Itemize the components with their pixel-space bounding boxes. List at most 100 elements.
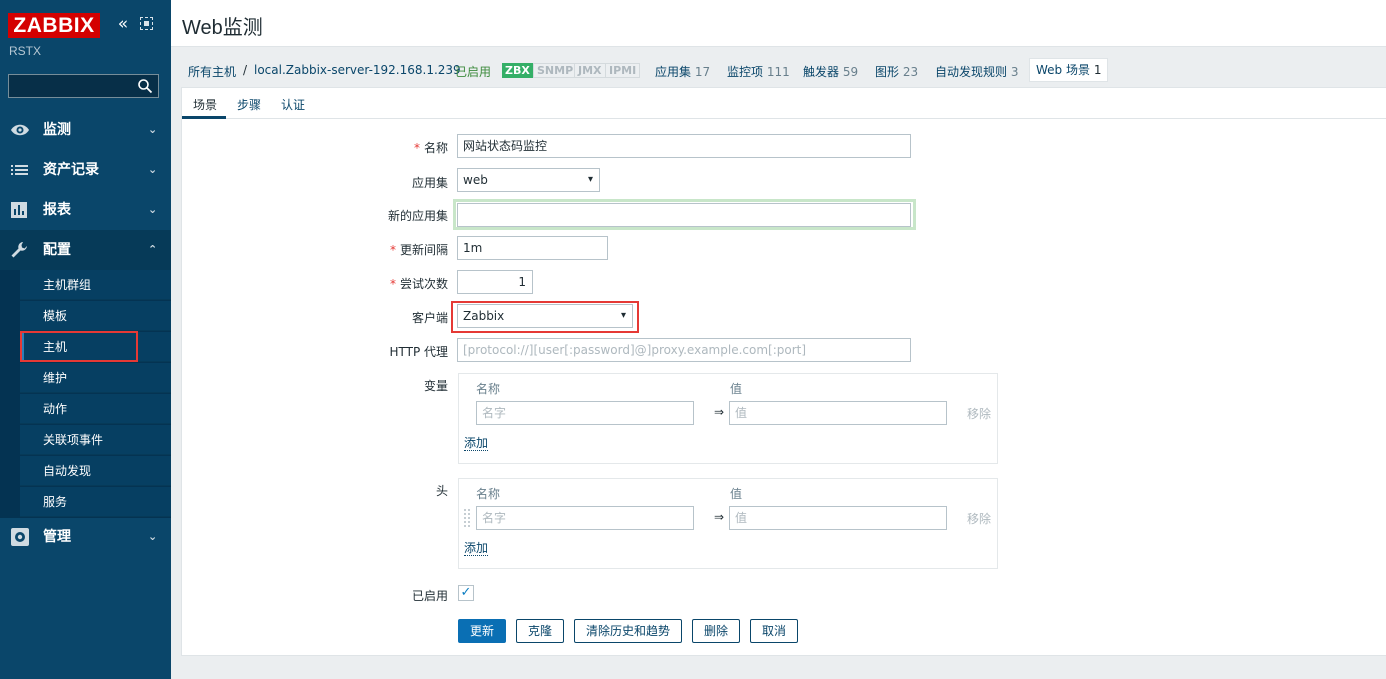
kiosk-mode-icon[interactable] — [140, 17, 153, 30]
breadcrumb-graphs[interactable]: 图形 23 — [875, 63, 918, 80]
breadcrumb-all-hosts[interactable]: 所有主机 — [188, 63, 236, 80]
headers-label: 头 — [435, 484, 448, 498]
breadcrumb-web-scenarios[interactable]: Web 场景 1 — [1029, 58, 1109, 82]
variable-value-input[interactable]: 值 — [729, 401, 947, 425]
name-label: * 名称 — [413, 141, 448, 155]
drag-handle-icon[interactable] — [464, 509, 470, 527]
variables-col-value: 值 — [730, 382, 743, 396]
variables-col-name: 名称 — [476, 382, 501, 396]
menu-reports[interactable]: 报表 ⌄ — [0, 190, 171, 230]
menu-configuration[interactable]: 配置 ⌃ — [0, 230, 171, 270]
variable-remove-button[interactable]: 移除 — [967, 405, 991, 422]
agent-label: 客户端 — [411, 311, 448, 325]
clone-button[interactable]: 克隆 — [516, 619, 564, 643]
submenu-host-groups[interactable]: 主机群组 — [20, 270, 171, 300]
application-select[interactable]: web ▾ — [457, 168, 600, 192]
update-interval-input[interactable]: 1m — [457, 236, 608, 260]
submenu-event-correlation[interactable]: 关联项事件 — [20, 425, 171, 455]
menu-administration[interactable]: 管理 ⌄ — [0, 517, 171, 557]
availability-snmp-badge: SNMP — [533, 63, 578, 78]
sidebar: ZABBIX « RSTX 监测 ⌄ 资产记录 ⌄ 报表 ⌄ 配置 ⌃ 主机群组… — [0, 0, 171, 679]
attempts-label: * 尝试次数 — [389, 277, 448, 291]
submenu-discovery[interactable]: 自动发现 — [20, 456, 171, 486]
headers-table: 名称 值 名字 ⇒ 值 移除 添加 — [458, 478, 998, 569]
delete-button[interactable]: 删除 — [692, 619, 740, 643]
graphs-label: 图形 — [875, 65, 900, 79]
arrow-icon: ⇒ — [714, 510, 725, 524]
attempts-input[interactable]: 1 — [457, 270, 533, 294]
triggers-count: 59 — [842, 65, 859, 79]
list-icon — [11, 165, 28, 175]
name-label-text: 名称 — [423, 141, 448, 155]
menu-label: 管理 — [43, 529, 71, 545]
headers-col-value: 值 — [730, 487, 743, 501]
items-count: 111 — [766, 65, 790, 79]
page-title: Web监测 — [182, 17, 263, 39]
eye-icon — [11, 124, 29, 136]
chevron-down-icon: ⌄ — [148, 123, 158, 136]
chevron-down-icon: ⌄ — [148, 530, 158, 543]
variables-label: 变量 — [423, 379, 448, 393]
bar-chart-icon — [11, 202, 27, 218]
applications-label: 应用集 — [655, 65, 692, 79]
graphs-count: 23 — [902, 65, 919, 79]
header-value-input[interactable]: 值 — [729, 506, 947, 530]
submenu-services[interactable]: 服务 — [20, 487, 171, 517]
variable-name-input[interactable]: 名字 — [476, 401, 694, 425]
breadcrumb-discovery-rules[interactable]: 自动发现规则 3 — [935, 63, 1018, 80]
search-icon[interactable] — [137, 78, 153, 94]
menu-label: 监测 — [43, 122, 71, 138]
items-label: 监控项 — [727, 65, 764, 79]
tab-steps[interactable]: 步骤 — [237, 96, 261, 113]
new-application-input[interactable] — [457, 203, 911, 227]
submenu-templates[interactable]: 模板 — [20, 301, 171, 331]
enabled-label: 已启用 — [411, 589, 448, 603]
tab-authentication[interactable]: 认证 — [281, 96, 305, 113]
submenu-maintenance[interactable]: 维护 — [20, 363, 171, 393]
headers-col-name: 名称 — [476, 487, 501, 501]
agent-select[interactable]: Zabbix ▾ — [457, 304, 633, 328]
submenu-hosts[interactable]: 主机 — [20, 332, 171, 362]
menu-inventory[interactable]: 资产记录 ⌄ — [0, 150, 171, 190]
breadcrumb-applications[interactable]: 应用集 17 — [655, 63, 710, 80]
configuration-submenu: 主机群组 模板 主机 维护 动作 关联项事件 自动发现 服务 — [0, 270, 171, 518]
wrench-icon — [11, 242, 27, 258]
update-button[interactable]: 更新 — [458, 619, 506, 643]
application-label: 应用集 — [411, 176, 448, 190]
submenu-actions[interactable]: 动作 — [20, 394, 171, 424]
header-name-input[interactable]: 名字 — [476, 506, 694, 530]
breadcrumb-triggers[interactable]: 触发器 59 — [803, 63, 858, 80]
active-tab-indicator — [182, 116, 226, 119]
collapse-sidebar-icon[interactable]: « — [115, 14, 131, 34]
header-remove-button[interactable]: 移除 — [967, 510, 991, 527]
http-proxy-input[interactable]: [protocol://][user[:password]@]proxy.exa… — [457, 338, 911, 362]
triggers-label: 触发器 — [803, 65, 840, 79]
update-interval-label: * 更新间隔 — [389, 243, 448, 257]
zabbix-logo[interactable]: ZABBIX — [8, 13, 100, 38]
agent-select-value: Zabbix — [463, 309, 505, 323]
http-proxy-label: HTTP 代理 — [389, 345, 448, 359]
variable-add-button[interactable]: 添加 — [464, 436, 489, 451]
gear-icon — [11, 528, 29, 546]
tab-scenario[interactable]: 场景 — [193, 96, 217, 113]
form-container: 场景 步骤 认证 * 名称 网站状态码监控 应用集 web ▾ 新的应用集 * 更新… — [181, 87, 1386, 656]
chevron-down-icon: ⌄ — [148, 163, 158, 176]
update-interval-label-text: 更新间隔 — [399, 243, 448, 257]
header-add-button[interactable]: 添加 — [464, 541, 489, 556]
breadcrumb-items[interactable]: 监控项 111 — [727, 63, 790, 80]
name-input[interactable]: 网站状态码监控 — [457, 134, 911, 158]
availability-zbx-badge: ZBX — [502, 63, 533, 78]
host-status[interactable]: 已启用 — [455, 63, 491, 80]
menu-monitoring[interactable]: 监测 ⌄ — [0, 110, 171, 150]
cancel-button[interactable]: 取消 — [750, 619, 798, 643]
clear-history-button[interactable]: 清除历史和趋势 — [574, 619, 682, 643]
search-input[interactable] — [8, 74, 159, 98]
chevron-down-icon: ⌄ — [148, 203, 158, 216]
chevron-down-icon: ▾ — [620, 310, 626, 321]
menu-label: 资产记录 — [43, 162, 99, 178]
enabled-checkbox[interactable]: ✓ — [458, 585, 474, 601]
tab-bar: 场景 步骤 认证 — [182, 88, 1386, 119]
availability-ipmi-badge: IPMI — [605, 63, 641, 78]
breadcrumb-host[interactable]: local.Zabbix-server-192.168.1.239 — [254, 63, 461, 77]
discovery-count: 3 — [1010, 65, 1019, 79]
